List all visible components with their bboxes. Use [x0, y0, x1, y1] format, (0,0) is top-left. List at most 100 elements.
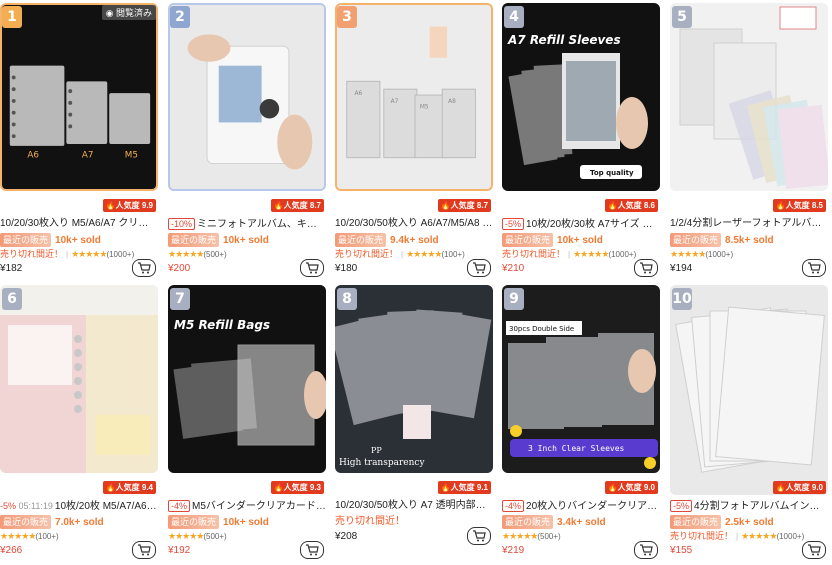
- product-card[interactable]: A7 Refill Sleeves Top quality 4 🔥人気度 8.6…: [502, 3, 660, 285]
- add-to-cart-button[interactable]: [802, 259, 826, 277]
- product-image[interactable]: [0, 285, 158, 473]
- svg-text:PP: PP: [371, 446, 382, 455]
- product-image[interactable]: [670, 285, 828, 495]
- star-rating: ★★★★★: [0, 531, 36, 541]
- popularity-badge: 🔥人気度 9.3: [270, 481, 324, 494]
- product-title[interactable]: 10/20/30枚入り M5/A6/A7 クリアルー...: [0, 217, 158, 231]
- svg-text:A7: A7: [391, 99, 399, 105]
- product-title[interactable]: 10/20/30/50枚入り A7 透明内部ペー...: [335, 499, 493, 513]
- recent-sales-tag: 最近の販売: [502, 233, 554, 247]
- product-card[interactable]: 5 🔥人気度 8.5 1/2/4分割レーザーフォトアルバム フ... 最近の販売…: [670, 3, 828, 285]
- add-to-cart-button[interactable]: [634, 541, 658, 559]
- discount-badge: -4%: [168, 500, 191, 512]
- recent-sales-tag: 最近の販売: [502, 515, 554, 529]
- sold-count: 8.5k+ sold: [725, 235, 774, 246]
- product-card[interactable]: A6 A7 M5 A8 3 🔥人気度 8.7 10/20/30/50枚入り A6…: [335, 3, 493, 285]
- rank-badge: 2: [170, 6, 190, 28]
- sales-row: 最近の販売 2.5k+ sold: [670, 515, 774, 529]
- product-title[interactable]: -4%20枚入りバインダークリアカー...: [502, 499, 660, 513]
- rating-row: 売り切れ間近！ | ★★★★★(1000+): [502, 249, 637, 259]
- product-image[interactable]: A6 A7 M5: [0, 3, 158, 191]
- review-count: (1000+): [106, 250, 135, 259]
- star-rating: ★★★★★: [502, 531, 538, 541]
- add-to-cart-button[interactable]: [802, 541, 826, 559]
- add-to-cart-button[interactable]: [467, 527, 491, 545]
- product-card[interactable]: 6 🔥人気度 9.4 -5% 05:11:19 10枚/20枚 M5/A7/A6 …: [0, 285, 158, 565]
- sales-row: 最近の販売 7.0k+ sold: [0, 515, 104, 529]
- recent-sales-tag: 最近の販売: [335, 233, 387, 247]
- recent-sales-tag: 最近の販売: [0, 233, 52, 247]
- product-title[interactable]: -5% 10枚/20枚/30枚 A7サイズ クリ...: [502, 217, 660, 231]
- star-rating: ★★★★★: [670, 249, 706, 259]
- review-count: (1000+): [608, 250, 637, 259]
- review-count: (100+): [35, 532, 59, 541]
- flame-icon: 🔥: [775, 483, 786, 492]
- product-card[interactable]: A6 A7 M5 1 ◉ 閲覧済み 🔥人気度 9.9 10/20/30枚入り M…: [0, 3, 158, 285]
- flame-icon: 🔥: [607, 201, 618, 210]
- sold-count: 9.4k+ sold: [390, 235, 439, 246]
- cart-icon: [138, 544, 151, 556]
- product-image[interactable]: [168, 3, 326, 191]
- star-rating: ★★★★★: [168, 531, 204, 541]
- sold-count: 3.4k+ sold: [557, 517, 606, 528]
- discount-badge: -10%: [168, 218, 196, 230]
- product-image[interactable]: 30pcs Double Side 3 Inch Clear Sleeves: [502, 285, 660, 473]
- product-price: ¥192: [168, 545, 191, 556]
- rank-badge: 8: [337, 288, 357, 310]
- product-image[interactable]: M5 Refill Bags: [168, 285, 326, 473]
- product-title[interactable]: 1/2/4分割レーザーフォトアルバム フ...: [670, 217, 828, 231]
- product-image[interactable]: A6 A7 M5 A8: [335, 3, 493, 191]
- selling-out-label: 売り切れ間近！: [502, 249, 566, 259]
- rank-badge: 6: [2, 288, 22, 310]
- product-title[interactable]: -5%4分割フォトアルバムインナーペ...: [670, 499, 828, 513]
- star-rating: ★★★★★: [406, 249, 442, 259]
- svg-text:30pcs Double Side: 30pcs Double Side: [509, 325, 574, 333]
- popularity-badge: 🔥人気度 9.4: [102, 481, 156, 494]
- add-to-cart-button[interactable]: [132, 259, 156, 277]
- product-title[interactable]: -10%ミニフォトアルバム、キーホル...: [168, 217, 326, 231]
- size-label-a7: A7: [82, 151, 94, 161]
- product-card[interactable]: 2 🔥人気度 8.7 -10%ミニフォトアルバム、キーホル... 最近の販売10…: [168, 3, 326, 285]
- rating-row: 売り切れ間近！ | ★★★★★(100+): [335, 249, 465, 259]
- sales-row: 最近の販売 10k+ sold: [168, 515, 269, 529]
- add-to-cart-button[interactable]: [132, 541, 156, 559]
- viewed-badge: ◉ 閲覧済み: [101, 5, 156, 20]
- product-image[interactable]: [670, 3, 828, 191]
- add-to-cart-button[interactable]: [634, 259, 658, 277]
- recent-sales-tag: 最近の販売: [168, 515, 220, 529]
- product-card[interactable]: PP High transparency 8 🔥人気度 9.1 10/20/30…: [335, 285, 493, 565]
- cart-icon: [473, 262, 486, 274]
- product-image[interactable]: PP High transparency: [335, 285, 493, 473]
- product-card[interactable]: 30pcs Double Side 3 Inch Clear Sleeves 9…: [502, 285, 660, 565]
- product-card[interactable]: 10 🔥人気度 9.0 -5%4分割フォトアルバムインナーペ... 最近の販売2…: [670, 285, 828, 565]
- product-card[interactable]: M5 Refill Bags 7 🔥人気度 9.3 -4% M5バインダークリアカ…: [168, 285, 326, 565]
- add-to-cart-button[interactable]: [467, 259, 491, 277]
- flame-icon: 🔥: [273, 483, 284, 492]
- selling-out-label: 売り切れ間近！: [335, 249, 399, 259]
- svg-text:M5: M5: [420, 105, 429, 111]
- sales-row: 最近の販売 9.4k+ sold: [335, 233, 439, 247]
- sold-count: 7.0k+ sold: [55, 517, 104, 528]
- product-price: ¥155: [670, 545, 693, 556]
- flame-icon: 🔥: [440, 201, 451, 210]
- flame-icon: 🔥: [105, 201, 116, 210]
- cart-icon: [306, 544, 319, 556]
- recent-sales-tag: 最近の販売: [168, 233, 220, 247]
- product-price: ¥208: [335, 531, 358, 542]
- rank-badge: 10: [672, 288, 692, 310]
- sold-count: 10k+ sold: [557, 235, 603, 246]
- rating-row: ★★★★★(500+): [502, 530, 561, 542]
- sold-count: 2.5k+ sold: [725, 517, 774, 528]
- product-title[interactable]: -5% 05:11:19 10枚/20枚 M5/A7/A6 リ...: [0, 499, 158, 513]
- product-title[interactable]: 10/20/30/50枚入り A6/A7/M5/A8 透明...: [335, 217, 493, 231]
- add-to-cart-button[interactable]: [300, 541, 324, 559]
- rating-row: ★★★★★(100+): [0, 530, 59, 542]
- product-price: ¥182: [0, 263, 23, 274]
- product-title[interactable]: -4%M5バインダークリアカードスリ...: [168, 499, 326, 513]
- size-label-a6: A6: [27, 151, 39, 161]
- product-price: ¥210: [502, 263, 525, 274]
- popularity-badge: 🔥人気度 9.0: [604, 481, 658, 494]
- sales-row: 最近の販売 8.5k+ sold: [670, 233, 774, 247]
- product-image[interactable]: A7 Refill Sleeves Top quality: [502, 3, 660, 191]
- add-to-cart-button[interactable]: [300, 259, 324, 277]
